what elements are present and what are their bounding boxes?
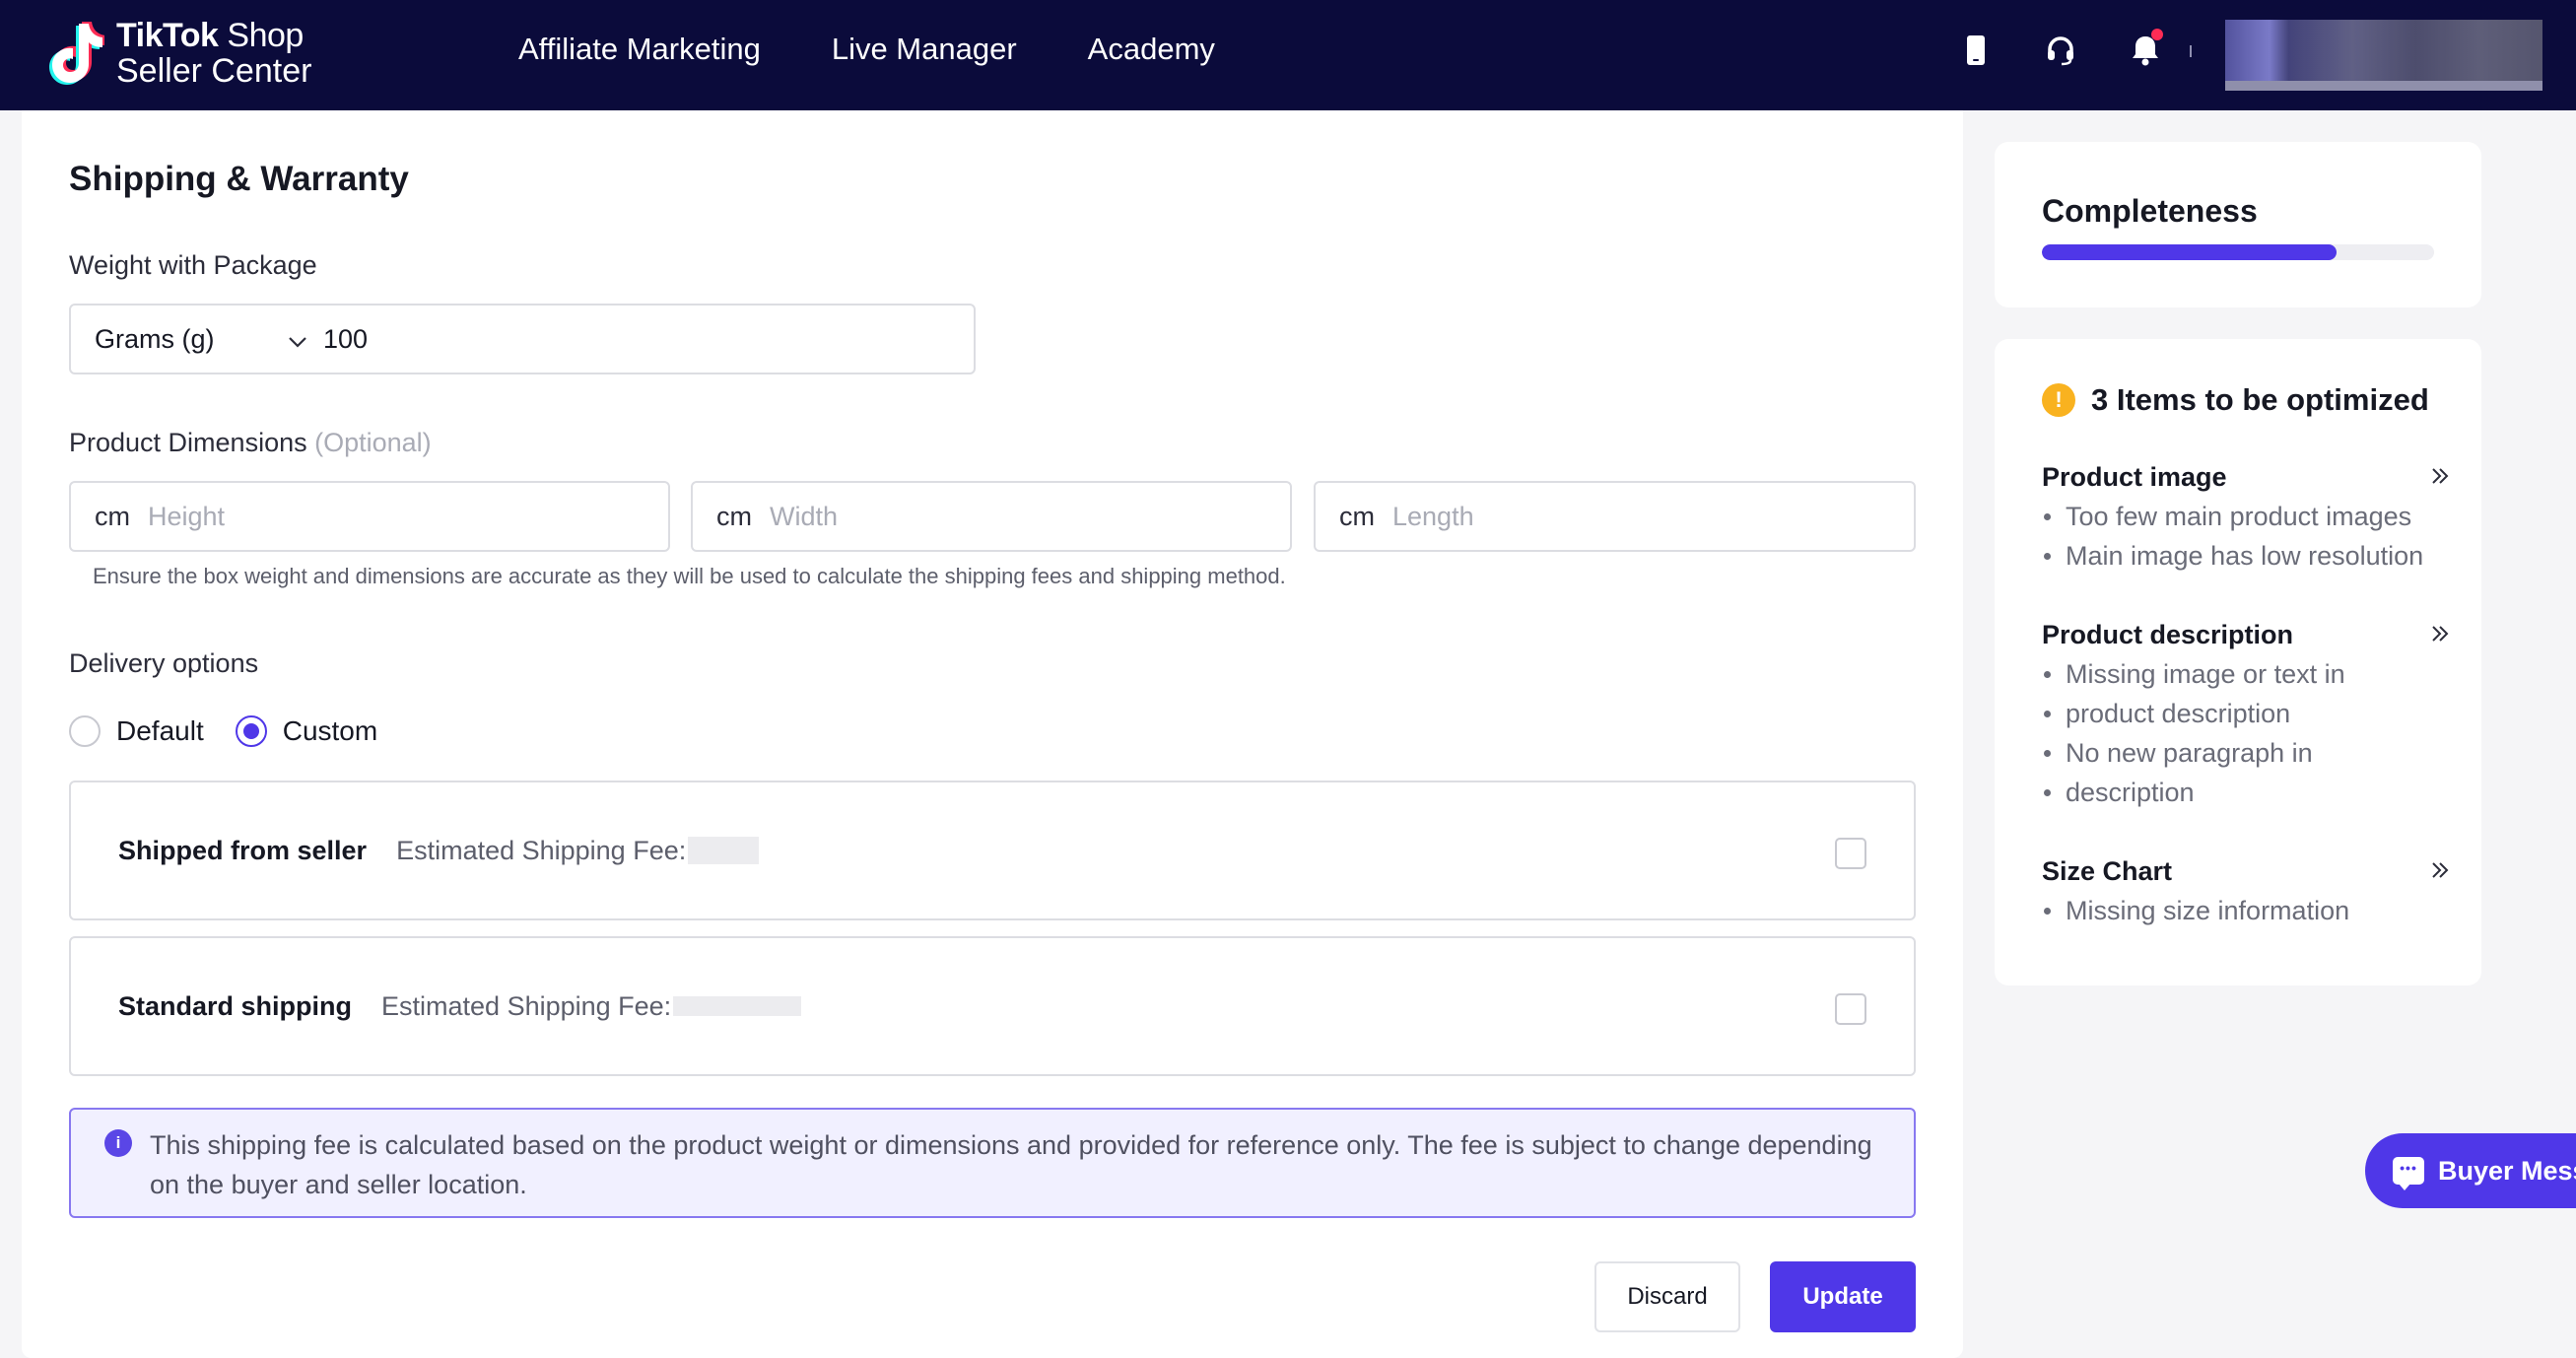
completeness-card: Completeness [1995,142,2481,307]
chat-icon: ••• [2393,1157,2424,1190]
opt-item: No new paragraph in [2042,733,2450,773]
dimensions-hint: Ensure the box weight and dimensions are… [93,564,1286,588]
opt-group-size-chart: Size Chart Missing size information [2042,851,2450,930]
opt-item: Missing image or text in [2042,654,2450,694]
length-input[interactable]: cm Length [1314,481,1916,552]
delivery-radio-group: Default Custom [69,715,409,747]
shipping-fee-blurred [673,996,802,1016]
opt-item: Too few main product images [2042,497,2450,536]
double-chevron-right-icon [2430,620,2450,650]
opt-item: Missing size information [2042,891,2450,930]
completeness-title: Completeness [2042,193,2258,229]
opt-product-image-link[interactable]: Product image [2042,457,2450,497]
nav-live-manager[interactable]: Live Manager [832,32,1017,67]
height-placeholder: Height [148,501,226,531]
shipping-fee-label: Estimated Shipping Fee: [381,990,672,1021]
account-avatar-blurred[interactable] [2225,20,2542,91]
optimization-title: 3 Items to be optimized [2091,382,2429,417]
warning-icon: ! [2042,383,2075,417]
shipping-method-standard: Standard shipping Estimated Shipping Fee… [69,936,1916,1076]
shipping-method-checkbox[interactable] [1835,838,1866,869]
opt-item-continued: product description [2042,694,2450,733]
info-icon: i [104,1129,132,1157]
nav-academy[interactable]: Academy [1088,32,1215,67]
width-input[interactable]: cm Width [691,481,1292,552]
opt-group-title: Size Chart [2042,855,2173,886]
delivery-options-label: Delivery options [69,648,259,678]
shipping-fee-blurred [688,837,760,864]
weight-field: Grams (g) 100 [69,304,976,374]
weight-input[interactable]: 100 [323,324,368,355]
length-placeholder: Length [1392,501,1474,531]
phone-icon[interactable] [1956,29,1996,72]
nav-affiliate-marketing[interactable]: Affiliate Marketing [518,32,761,67]
tiktok-shop-logo[interactable]: TikTok Shop Seller Center [49,18,311,89]
optional-tag: (Optional) [314,428,432,457]
buyer-message-button[interactable]: ••• Buyer Mess [2365,1133,2576,1208]
width-placeholder: Width [770,501,839,531]
radio-default[interactable] [69,715,101,747]
dimensions-label-text: Product Dimensions [69,428,307,457]
opt-item-continuation: product description [2066,699,2291,728]
weight-unit-select[interactable]: Grams (g) [71,306,323,373]
radio-custom-label[interactable]: Custom [283,715,377,747]
shipping-warranty-card: Shipping & Warranty Weight with Package … [22,110,1963,1358]
update-button[interactable]: Update [1770,1261,1916,1332]
optimization-header: ! 3 Items to be optimized [2042,382,2429,418]
opt-size-chart-link[interactable]: Size Chart [2042,851,2450,891]
double-chevron-right-icon [2430,856,2450,887]
opt-item-continued: description [2042,773,2450,812]
weight-label: Weight with Package [69,250,317,280]
dimensions-label: Product Dimensions (Optional) [69,428,432,458]
radio-default-label[interactable]: Default [116,715,204,747]
header-actions [1956,28,2210,73]
opt-item-continuation: description [2066,778,2195,807]
bell-icon[interactable] [2126,29,2165,72]
opt-item: Main image has low resolution [2042,536,2450,576]
shipping-fee-info-banner: i This shipping fee is calculated based … [69,1108,1916,1218]
shipping-method-seller: Shipped from seller Estimated Shipping F… [69,781,1916,920]
shipping-method-checkbox[interactable] [1835,993,1866,1025]
section-title: Shipping & Warranty [69,160,409,198]
shipping-method-name: Shipped from seller [118,835,368,865]
opt-group-product-image: Product image Too few main product image… [2042,457,2450,576]
completeness-progress-bar [2042,244,2434,260]
height-input[interactable]: cm Height [69,481,670,552]
double-chevron-right-icon [2430,462,2450,493]
header-divider [2190,45,2192,57]
shipping-fee-label: Estimated Shipping Fee: [396,835,687,865]
opt-group-title: Product image [2042,461,2227,492]
opt-product-description-link[interactable]: Product description [2042,615,2450,654]
tiktok-note-icon [49,20,105,87]
radio-custom[interactable] [235,715,267,747]
weight-unit-value: Grams (g) [95,323,215,354]
opt-group-title: Product description [2042,619,2294,649]
top-navigation-bar: TikTok Shop Seller Center Affiliate Mark… [0,0,2576,110]
opt-group-product-description: Product description Missing image or tex… [2042,615,2450,812]
logo-shop: Shop [227,17,304,54]
length-unit: cm [1339,501,1375,531]
chevron-down-icon [288,324,307,355]
shipping-method-name: Standard shipping [118,990,353,1021]
logo-brand: TikTok [116,17,219,54]
width-unit: cm [716,501,752,531]
main-nav: Affiliate Marketing Live Manager Academy [518,0,1286,99]
completeness-progress-fill [2042,244,2337,260]
headset-icon[interactable] [2041,29,2080,72]
buyer-message-label: Buyer Mess [2438,1155,2576,1186]
logo-subtitle: Seller Center [116,52,312,90]
notification-dot [2151,29,2163,40]
height-unit: cm [95,501,130,531]
discard-button[interactable]: Discard [1594,1261,1740,1332]
info-text: This shipping fee is calculated based on… [150,1130,1872,1199]
optimization-card: ! 3 Items to be optimized Product image … [1995,339,2481,985]
logo-text: TikTok Shop Seller Center [116,19,311,88]
